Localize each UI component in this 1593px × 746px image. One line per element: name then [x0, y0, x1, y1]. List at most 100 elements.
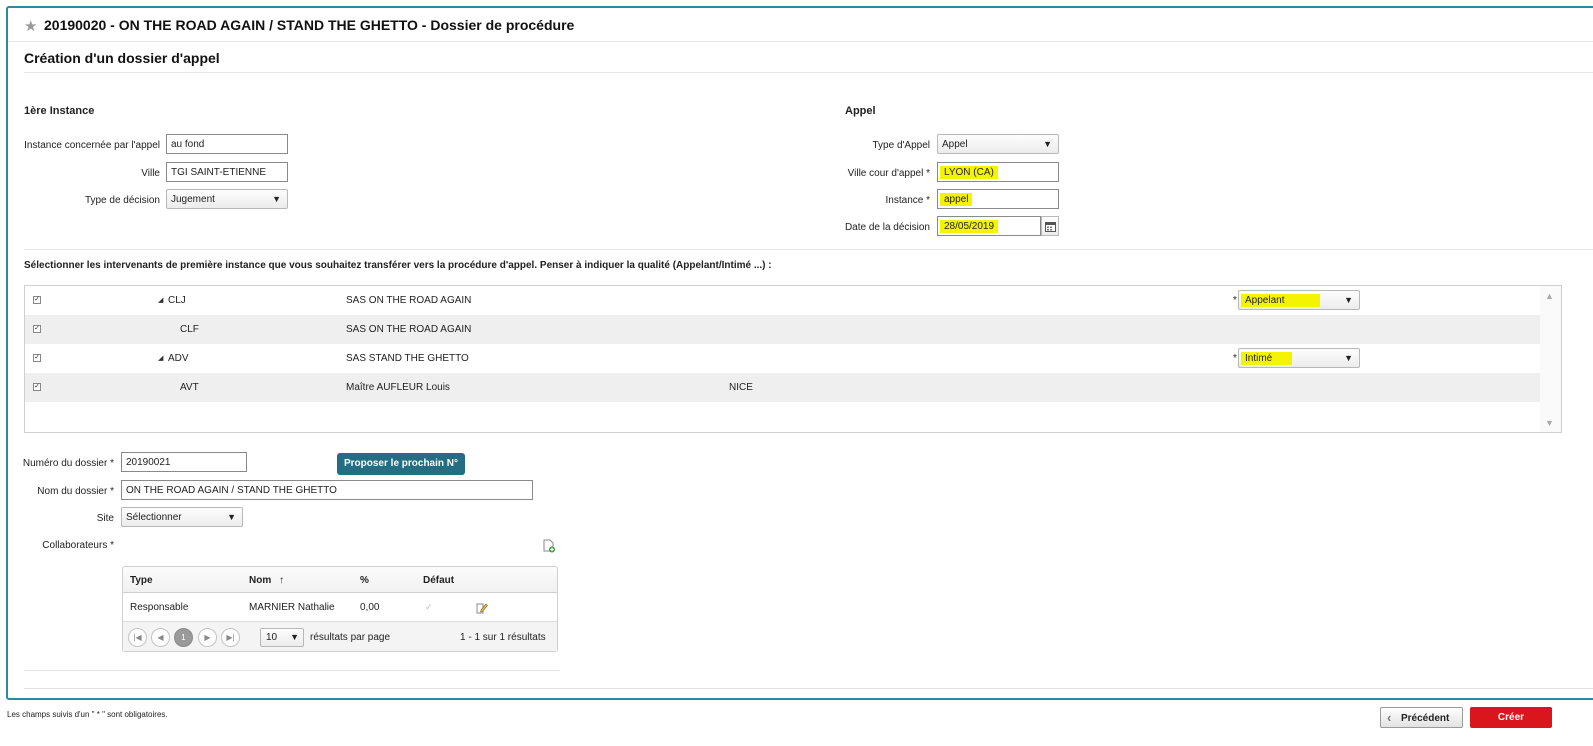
- instance-appel-value: appel: [940, 193, 973, 206]
- type-appel-label: Type d'Appel: [872, 140, 930, 151]
- page-number[interactable]: 1: [174, 628, 193, 647]
- instance-appel-input[interactable]: appel: [937, 189, 1059, 209]
- nom-label: Nom du dossier *: [37, 486, 114, 497]
- appeal-heading: Appel: [845, 105, 876, 117]
- type-decision-label: Type de décision: [84, 195, 160, 206]
- intervenants-table: ✓ ◢ CLJ SAS ON THE ROAD AGAIN * Appelant…: [24, 285, 1562, 433]
- collab-label: Collaborateurs *: [42, 540, 114, 551]
- intervenant-name: SAS ON THE ROAD AGAIN: [346, 324, 472, 335]
- date-decision-value: 28/05/2019: [940, 220, 999, 233]
- chevron-down-icon: ▼: [290, 632, 299, 642]
- star-icon[interactable]: ★: [24, 17, 37, 35]
- previous-button[interactable]: ‹ Précédent: [1380, 707, 1463, 728]
- column-type[interactable]: Type: [130, 575, 153, 586]
- row-checkbox[interactable]: ✓: [33, 383, 41, 391]
- chevron-down-icon: ▼: [227, 512, 236, 522]
- collaborators-table: Type Nom ↑ % Défaut Responsable MARNIER …: [122, 566, 558, 652]
- site-value: Sélectionner: [126, 512, 182, 523]
- scroll-down-icon[interactable]: ▼: [1545, 418, 1554, 428]
- ville-cour-input[interactable]: LYON (CA): [937, 162, 1059, 182]
- prev-page-icon[interactable]: ◀: [151, 628, 170, 647]
- intervenant-name: SAS ON THE ROAD AGAIN: [346, 295, 472, 306]
- page-title: 20190020 - ON THE ROAD AGAIN / STAND THE…: [44, 17, 575, 33]
- collab-type: Responsable: [130, 602, 189, 613]
- divider: [24, 72, 1593, 73]
- intervenant-name: Maître AUFLEUR Louis: [346, 382, 450, 393]
- page-subtitle: Création d'un dossier d'appel: [24, 50, 220, 66]
- required-mark: *: [1233, 353, 1237, 364]
- calendar-icon[interactable]: [1041, 216, 1059, 236]
- table-row: ✓ ◢ CLJ SAS ON THE ROAD AGAIN * Appelant…: [25, 286, 1541, 315]
- numero-input[interactable]: 20190021: [121, 452, 247, 472]
- site-select[interactable]: Sélectionner ▼: [121, 507, 243, 527]
- per-page-label: résultats par page: [310, 632, 391, 643]
- panel-header: ★ 20190020 - ON THE ROAD AGAIN / STAND T…: [8, 8, 1593, 42]
- quality-select[interactable]: Intimé ▼: [1238, 348, 1360, 368]
- table-header: Type Nom ↑ % Défaut: [123, 567, 557, 593]
- edit-icon[interactable]: [476, 602, 488, 614]
- row-checkbox[interactable]: ✓: [33, 296, 41, 304]
- type-appel-value: Appel: [942, 139, 968, 150]
- type-appel-select[interactable]: Appel ▼: [937, 134, 1059, 154]
- column-defaut[interactable]: Défaut: [423, 575, 454, 586]
- per-page-value: 10: [266, 632, 278, 643]
- instance-label: Instance concernée par l'appel: [24, 140, 160, 151]
- divider: [24, 688, 1593, 689]
- required-mark: *: [1233, 295, 1237, 306]
- intervenant-city: NICE: [729, 382, 753, 393]
- nom-input[interactable]: ON THE ROAD AGAIN / STAND THE GHETTO: [121, 480, 533, 500]
- quality-value: Appelant: [1241, 294, 1321, 307]
- propose-number-button[interactable]: Proposer le prochain N°: [337, 453, 465, 475]
- add-collaborator-icon[interactable]: [543, 539, 555, 553]
- collapse-icon[interactable]: ◢: [158, 296, 163, 304]
- last-page-icon[interactable]: ▶|: [221, 628, 240, 647]
- required-fields-note: Les champs suivis d'un " * " sont obliga…: [7, 710, 168, 719]
- type-decision-select[interactable]: Jugement ▼: [166, 189, 288, 209]
- column-percent[interactable]: %: [360, 575, 369, 586]
- instance-appel-label: Instance *: [885, 195, 930, 206]
- chevron-left-icon: ‹: [1387, 710, 1392, 725]
- instance-input[interactable]: au fond: [166, 134, 288, 154]
- intervenant-code: CLF: [180, 324, 199, 335]
- first-page-icon[interactable]: |◀: [128, 628, 147, 647]
- chevron-down-icon: ▼: [1344, 353, 1353, 363]
- quality-select[interactable]: Appelant ▼: [1238, 290, 1360, 310]
- pagination: |◀ ◀ 1 ▶ ▶| 10 ▼ résultats par page 1 - …: [123, 621, 557, 651]
- collab-percent: 0,00: [360, 602, 380, 613]
- intervenants-intro: Sélectionner les intervenants de premièr…: [24, 260, 772, 271]
- intervenant-code: CLJ: [168, 295, 186, 306]
- site-label: Site: [96, 513, 114, 524]
- quality-value: Intimé: [1241, 352, 1293, 365]
- table-row: ✓ ◢ ADV SAS STAND THE GHETTO * Intimé ▼: [25, 344, 1541, 373]
- type-decision-value: Jugement: [171, 194, 215, 205]
- ville-cour-label: Ville cour d'appel *: [847, 168, 930, 179]
- create-button[interactable]: Créer: [1470, 707, 1552, 728]
- scroll-up-icon[interactable]: ▲: [1545, 291, 1554, 301]
- ville-label: Ville: [141, 168, 160, 179]
- per-page-select[interactable]: 10 ▼: [260, 628, 304, 647]
- row-checkbox[interactable]: ✓: [33, 354, 41, 362]
- table-row: ✓ AVT Maître AUFLEUR Louis NICE: [25, 373, 1541, 402]
- dossier-panel: ★ 20190020 - ON THE ROAD AGAIN / STAND T…: [6, 6, 1593, 700]
- divider: [24, 249, 1593, 250]
- collab-nom: MARNIER Nathalie: [249, 602, 335, 613]
- intervenant-name: SAS STAND THE GHETTO: [346, 353, 469, 364]
- column-nom[interactable]: Nom: [249, 575, 271, 586]
- divider: [24, 670, 560, 671]
- next-page-icon[interactable]: ▶: [198, 628, 217, 647]
- chevron-down-icon: ▼: [1043, 139, 1052, 149]
- sort-asc-icon[interactable]: ↑: [279, 575, 284, 586]
- results-summary: 1 - 1 sur 1 résultats: [460, 632, 546, 643]
- ville-input[interactable]: TGI SAINT-ETIENNE: [166, 162, 288, 182]
- date-decision-label: Date de la décision: [844, 222, 930, 233]
- collapse-icon[interactable]: ◢: [158, 354, 163, 362]
- intervenant-code: ADV: [168, 353, 189, 364]
- default-checkbox[interactable]: ✓: [425, 602, 433, 613]
- first-instance-heading: 1ère Instance: [24, 105, 95, 117]
- ville-cour-value: LYON (CA): [940, 166, 998, 179]
- intervenant-code: AVT: [180, 382, 199, 393]
- table-scrollbar[interactable]: ▲ ▼: [1540, 286, 1561, 432]
- table-row: ✓ CLF SAS ON THE ROAD AGAIN: [25, 315, 1541, 344]
- row-checkbox[interactable]: ✓: [33, 325, 41, 333]
- date-decision-input[interactable]: 28/05/2019: [937, 216, 1041, 236]
